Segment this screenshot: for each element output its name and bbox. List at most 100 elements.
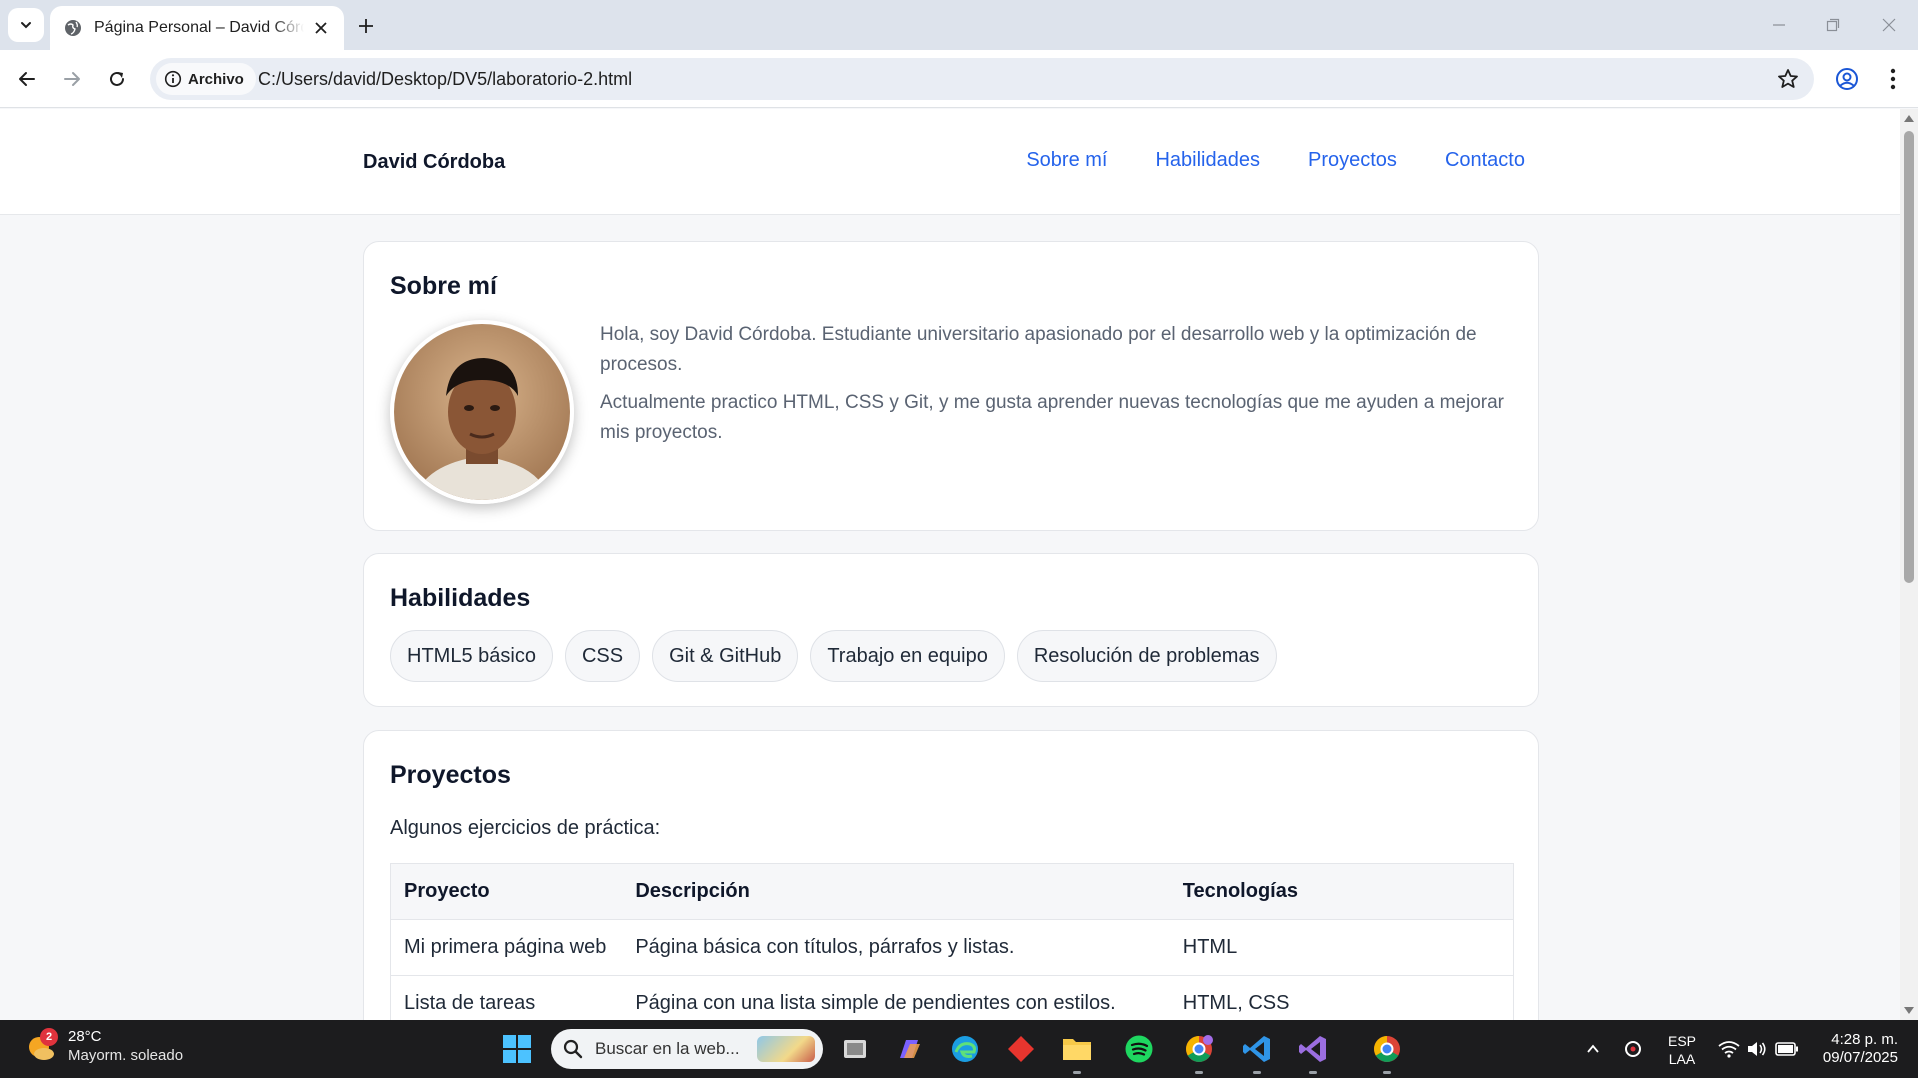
bookmark-button[interactable] bbox=[1776, 67, 1800, 91]
nav-link-sobre-mi[interactable]: Sobre mí bbox=[1026, 149, 1107, 172]
scroll-thumb[interactable] bbox=[1904, 131, 1914, 583]
sync-icon bbox=[1625, 1041, 1641, 1057]
profile-photo-drawing bbox=[394, 324, 570, 500]
input-language[interactable]: ESP LAA bbox=[1668, 1032, 1696, 1068]
reload-button[interactable] bbox=[102, 64, 132, 94]
copilot-button[interactable] bbox=[890, 1030, 928, 1068]
table-row: Mi primera página web Página básica con … bbox=[390, 919, 1514, 976]
table-cell: Mi primera página web bbox=[390, 919, 623, 976]
restore-icon bbox=[1826, 18, 1840, 32]
running-indicator bbox=[1253, 1071, 1261, 1074]
projects-section: Proyectos Algunos ejercicios de práctica… bbox=[363, 730, 1539, 1020]
input-language-layout: LAA bbox=[1668, 1051, 1696, 1067]
weather-widget[interactable]: 2 28°C Mayorm. soleado bbox=[26, 1028, 183, 1066]
table-cell: HTML bbox=[1169, 919, 1514, 976]
profile-photo bbox=[390, 320, 574, 504]
table-cell: Página básica con títulos, párrafos y li… bbox=[622, 919, 1170, 976]
chevron-up-icon bbox=[1587, 1044, 1599, 1053]
tab-search-button[interactable] bbox=[8, 8, 44, 42]
skill-pill: Resolución de problemas bbox=[1016, 630, 1277, 682]
minimize-button[interactable] bbox=[1764, 10, 1794, 40]
app-button[interactable] bbox=[1002, 1030, 1040, 1068]
site-brand[interactable]: David Córdoba bbox=[363, 151, 505, 174]
globe-icon bbox=[65, 20, 81, 36]
file-explorer-button[interactable] bbox=[1058, 1030, 1096, 1074]
battery-button[interactable] bbox=[1768, 1030, 1806, 1068]
chrome-button[interactable] bbox=[1368, 1030, 1406, 1074]
task-view-icon bbox=[844, 1040, 866, 1058]
nav-link-contacto[interactable]: Contacto bbox=[1445, 149, 1525, 172]
taskbar-search-placeholder: Buscar en la web... bbox=[595, 1039, 740, 1058]
skill-pill: Git & GitHub bbox=[652, 630, 799, 682]
skills-list: HTML5 básico CSS Git & GitHub Trabajo en… bbox=[390, 630, 1277, 682]
table-row: Lista de tareas Página con una lista sim… bbox=[390, 975, 1514, 1020]
table-cell: HTML, CSS bbox=[1169, 975, 1514, 1020]
page-scrollbar[interactable] bbox=[1900, 109, 1918, 1020]
reload-icon bbox=[110, 71, 124, 86]
vscode-button[interactable] bbox=[1238, 1030, 1276, 1074]
arrow-right-icon bbox=[64, 72, 80, 86]
close-icon bbox=[315, 22, 327, 34]
skill-pill: CSS bbox=[564, 630, 641, 682]
start-button[interactable] bbox=[498, 1030, 536, 1068]
windows-taskbar: 2 28°C Mayorm. soleado Buscar en la web.… bbox=[0, 1020, 1918, 1078]
profile-button[interactable] bbox=[1832, 64, 1862, 94]
new-tab-button[interactable] bbox=[352, 12, 380, 40]
visual-studio-button[interactable] bbox=[1294, 1030, 1332, 1074]
table-cell: Lista de tareas bbox=[390, 975, 623, 1020]
scroll-up-arrow-icon[interactable] bbox=[1904, 115, 1914, 122]
search-highlight-image bbox=[757, 1036, 815, 1062]
info-icon bbox=[164, 70, 182, 88]
browser-menu-button[interactable] bbox=[1878, 64, 1908, 94]
close-window-button[interactable] bbox=[1874, 10, 1904, 40]
skills-title: Habilidades bbox=[390, 584, 531, 612]
wifi-icon bbox=[1718, 1041, 1740, 1058]
weather-temp: 28°C bbox=[68, 1028, 102, 1045]
taskbar-search-box[interactable]: Buscar en la web... bbox=[551, 1029, 823, 1069]
site-info-label: Archivo bbox=[188, 70, 244, 88]
restore-button[interactable] bbox=[1818, 10, 1848, 40]
table-header-cell: Tecnologías bbox=[1169, 863, 1514, 920]
battery-icon bbox=[1775, 1042, 1798, 1056]
scroll-down-arrow-icon[interactable] bbox=[1904, 1007, 1914, 1014]
running-indicator bbox=[1309, 1071, 1317, 1074]
account-icon bbox=[1836, 68, 1858, 90]
task-view-button[interactable] bbox=[836, 1030, 874, 1068]
chevron-down-icon bbox=[21, 22, 31, 29]
chrome-profile-button[interactable] bbox=[1180, 1030, 1218, 1074]
windows-logo-icon bbox=[503, 1035, 531, 1063]
tray-app-button[interactable] bbox=[1614, 1030, 1652, 1068]
url-text[interactable]: C:/Users/david/Desktop/DV5/laboratorio-2… bbox=[258, 69, 632, 90]
about-paragraph: Actualmente practico HTML, CSS y Git, y … bbox=[600, 392, 1505, 443]
taskbar-clock[interactable]: 4:28 p. m. 09/07/2025 bbox=[1823, 1031, 1898, 1067]
tab-close-button[interactable] bbox=[310, 17, 332, 39]
arrow-left-icon bbox=[19, 72, 35, 86]
site-info-chip[interactable]: Archivo bbox=[156, 63, 256, 95]
running-indicator bbox=[1383, 1071, 1391, 1074]
running-indicator bbox=[1073, 1071, 1081, 1074]
visual-studio-icon bbox=[1299, 1036, 1326, 1062]
site-header: David Córdoba Sobre mí Habilidades Proye… bbox=[0, 109, 1900, 215]
sun-cloud-icon: 2 bbox=[26, 1028, 58, 1063]
address-bar[interactable]: Archivo C:/Users/david/Desktop/DV5/labor… bbox=[150, 58, 1814, 100]
tab-title: Página Personal – David Córdoba bbox=[94, 19, 304, 36]
projects-intro: Algunos ejercicios de práctica: bbox=[390, 817, 661, 839]
back-button[interactable] bbox=[12, 64, 42, 94]
plus-icon bbox=[359, 19, 373, 33]
show-hidden-icons-button[interactable] bbox=[1574, 1030, 1612, 1068]
forward-button[interactable] bbox=[57, 64, 87, 94]
edge-icon bbox=[952, 1036, 978, 1062]
edge-button[interactable] bbox=[946, 1030, 984, 1068]
copilot-icon bbox=[900, 1040, 920, 1058]
nav-link-habilidades[interactable]: Habilidades bbox=[1155, 149, 1260, 172]
chrome-icon bbox=[1374, 1036, 1400, 1062]
weather-condition: Mayorm. soleado bbox=[68, 1047, 184, 1064]
spotify-button[interactable] bbox=[1120, 1030, 1158, 1068]
volume-icon bbox=[1748, 1042, 1766, 1056]
about-paragraph: Hola, soy David Córdoba. Estudiante univ… bbox=[600, 324, 1477, 375]
browser-toolbar: Archivo C:/Users/david/Desktop/DV5/labor… bbox=[0, 50, 1918, 108]
skills-section: Habilidades HTML5 básico CSS Git & GitHu… bbox=[363, 553, 1539, 707]
browser-tab-active[interactable]: Página Personal – David Córdoba bbox=[50, 6, 344, 50]
about-section: Sobre mí Hola, soy David Córdoba. Estudi… bbox=[363, 241, 1539, 531]
nav-link-proyectos[interactable]: Proyectos bbox=[1308, 149, 1397, 172]
